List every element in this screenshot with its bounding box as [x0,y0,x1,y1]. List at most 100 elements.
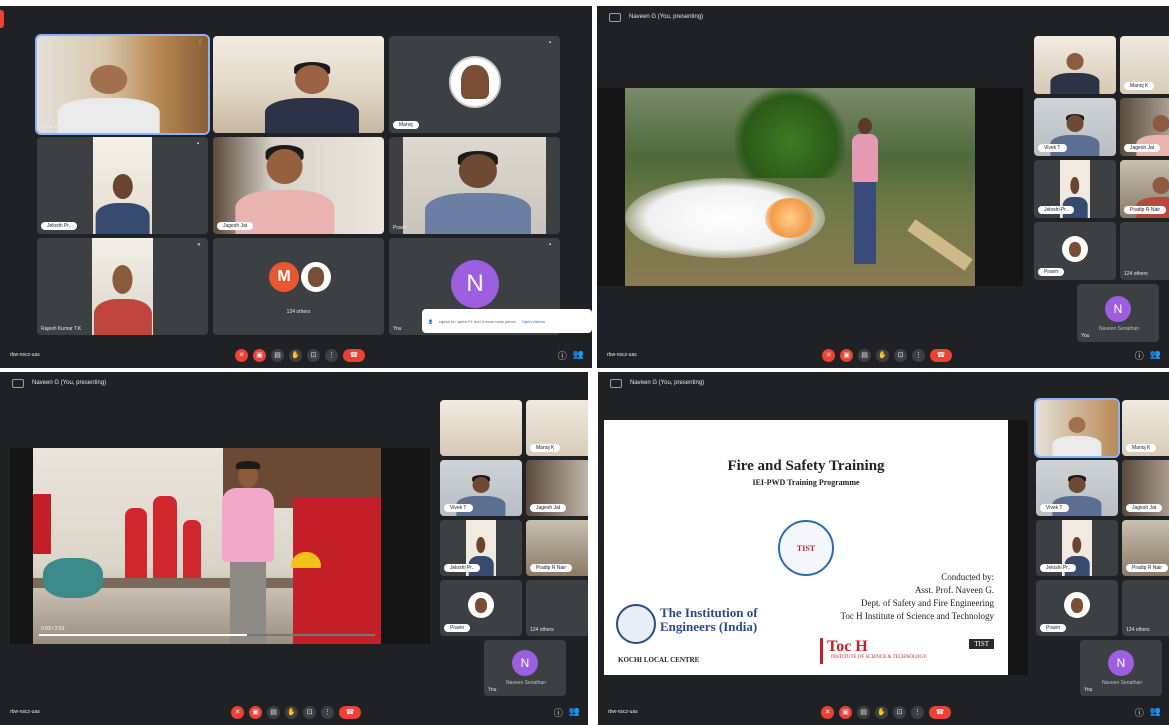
participant-tile[interactable]: Jeloshi Pr.. [1034,160,1116,218]
participant-tile[interactable]: Jeloshi Pr.. [440,520,522,576]
participant-name: Pravin [1040,624,1067,632]
people-icon[interactable]: 👥 [1150,706,1161,719]
meet-window-grid: ⋮ Hrisk Jacob ▪ Manoj ▪ Jeloshi Pr.. ▪ J… [0,6,592,368]
participant-tile[interactable]: Manoj K [1120,36,1169,94]
camera-off-icon[interactable]: ▣ [253,348,266,362]
participant-name: Vivek T [1040,504,1069,512]
participant-avatar [449,56,501,108]
participant-tile[interactable]: Jeloshi Pr.. [1036,520,1118,576]
end-call-icon[interactable]: ☎ [339,705,361,719]
self-tile[interactable]: N You Naveen Senathan [1080,640,1162,696]
participant-tile[interactable] [213,36,384,133]
mic-off-icon[interactable]: ✕ [235,348,248,362]
participant-tile[interactable]: Pravin [1034,222,1116,280]
participant-avatar: N [1108,650,1134,676]
iei-name-line: The Institution of [660,605,758,620]
participant-name: Manoj K [1124,82,1155,90]
join-notification[interactable]: 👤 rajesh kt / ajesh PL and 3 more have j… [422,309,592,333]
participant-tile[interactable]: Pravin [389,137,560,234]
conducted-by: Conducted by: [941,572,994,582]
blue-gear [43,558,103,598]
video-progress[interactable] [39,634,375,636]
participant-name: Pradip R Nair [530,564,573,572]
participant-name: Jagesh Jat [1124,144,1161,152]
captions-icon[interactable]: ▤ [271,348,284,362]
participant-tile[interactable]: Manoj K [1122,400,1169,456]
participant-name: Pravin [1038,268,1065,276]
participant-tile[interactable]: Pradip R Nair [1122,520,1169,576]
speaking-icon: ● [197,242,201,248]
participant-tile[interactable]: Pradip R Nair [526,520,588,576]
info-icon[interactable]: ⓘ [1135,349,1144,362]
present-icon[interactable]: ⊡ [893,705,906,719]
self-tile[interactable]: N You Naveen Senathan [1077,284,1159,342]
participant-tile[interactable]: Jagesh Jat [1122,460,1169,516]
participant-tile[interactable]: ▪ Jagesh Jat [213,137,384,234]
mic-off-icon[interactable]: ✕ [231,705,244,719]
open-visitors-link[interactable]: Open visitors [522,319,545,324]
others-tile[interactable]: 124 others [1120,222,1169,280]
presenting-text: Naveen G (You, presenting) [32,380,107,386]
camera-off-icon[interactable]: ▣ [840,348,853,362]
participant-tile[interactable]: Vivek T [1036,460,1118,516]
present-icon[interactable]: ⊡ [307,348,320,362]
participant-tile[interactable]: ● Rajesh Kumar T.K [37,238,208,335]
mic-off-icon[interactable]: ✕ [822,348,835,362]
others-tile[interactable]: 124 others [1122,580,1169,636]
captions-icon[interactable]: ▤ [857,705,870,719]
present-icon[interactable]: ⊡ [303,705,316,719]
others-tile[interactable]: M 124 others [213,238,384,335]
info-icon[interactable]: ⓘ [558,349,567,362]
slide-letterbox [1008,420,1028,675]
more-icon[interactable]: ⋮ [321,705,334,719]
more-icon[interactable]: ⋮ [325,348,338,362]
people-icon: 👤 [428,318,433,324]
participant-tile[interactable]: Pravin [440,580,522,636]
self-tile[interactable]: N You Naveen Senathan [484,640,566,696]
participant-tile[interactable]: Vivek T [440,460,522,516]
participant-tile[interactable]: ▪ Jeloshi Pr.. [37,137,208,234]
present-icon[interactable]: ⊡ [894,348,907,362]
others-tile[interactable]: 124 others [526,580,588,636]
more-icon[interactable]: ⋮ [911,705,924,719]
participant-tile[interactable]: Vivek T [1034,98,1116,156]
more-icon[interactable]: ⋮ [912,348,925,362]
call-controls: ✕ ▣ ▤ ✋ ⊡ ⋮ ☎ [235,348,365,362]
slide-subtitle: IEI-PWD Training Programme [752,478,860,487]
end-call-icon[interactable]: ☎ [930,348,952,362]
info-icon[interactable]: ⓘ [554,706,563,719]
captions-icon[interactable]: ▤ [858,348,871,362]
participant-name: Jeloshi Pr.. [1038,206,1075,214]
hand-icon[interactable]: ✋ [289,348,302,362]
fire-glow [765,198,815,238]
participant-tile[interactable]: Pradip R Nair [1120,160,1169,218]
participant-tile[interactable]: ⋮ Hrisk Jacob [35,34,210,135]
participant-tile[interactable]: Pravin [1036,580,1118,636]
participant-tile[interactable] [1034,398,1120,458]
hand-icon[interactable]: ✋ [875,705,888,719]
participant-tile[interactable]: Manoj K [526,400,588,456]
more-icon[interactable]: ⋮ [197,40,203,46]
people-icon[interactable]: 👥 [573,349,584,362]
people-icon[interactable]: 👥 [1150,349,1161,362]
participant-tile[interactable] [1034,36,1116,94]
info-icon[interactable]: ⓘ [1135,706,1144,719]
end-call-icon[interactable]: ☎ [929,705,951,719]
participant-tile[interactable]: Jagesh Jat [526,460,588,516]
captions-icon[interactable]: ▤ [267,705,280,719]
hand-icon[interactable]: ✋ [876,348,889,362]
participant-name: Manoj [393,121,419,129]
participant-tile[interactable]: ▪ Manoj [389,36,560,133]
participant-tile[interactable] [440,400,522,456]
participant-tile[interactable]: Jagesh Jat [1120,98,1169,156]
tist-badge: TIST [969,639,994,649]
people-icon[interactable]: 👥 [569,706,580,719]
mic-off-icon[interactable]: ✕ [821,705,834,719]
iei-centre: KOCHI LOCAL CENTRE [618,656,700,664]
participant-name: Manoj K [530,444,561,452]
end-call-icon[interactable]: ☎ [343,348,365,362]
hand-icon[interactable]: ✋ [285,705,298,719]
camera-off-icon[interactable]: ▣ [249,705,262,719]
shared-video: 0:03 / 2:51 [33,448,381,644]
camera-off-icon[interactable]: ▣ [839,705,852,719]
